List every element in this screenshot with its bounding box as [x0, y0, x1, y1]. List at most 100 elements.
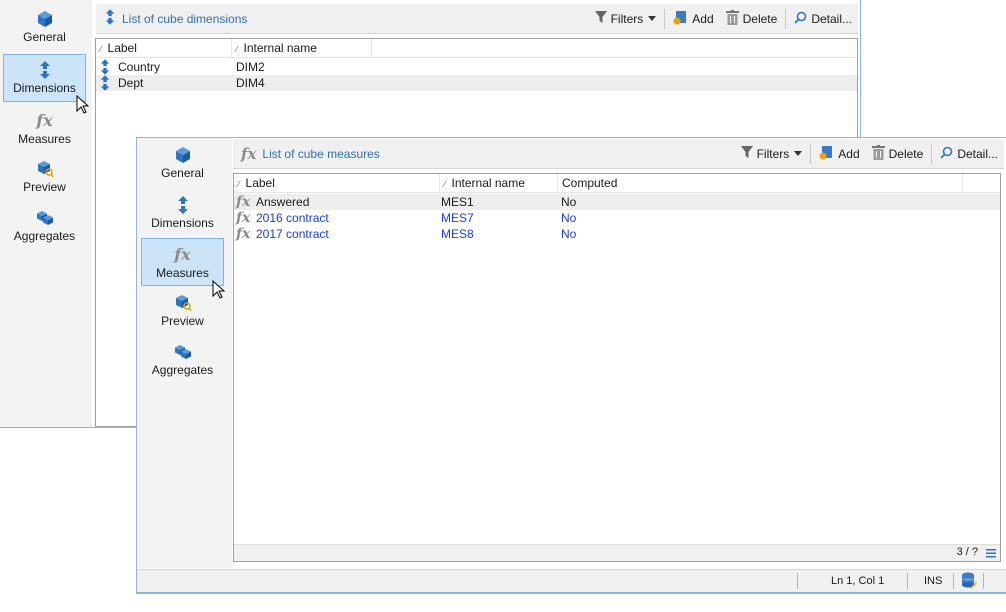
- table-row[interactable]: Country DIM2: [96, 59, 857, 75]
- status-divider: [907, 573, 908, 589]
- aggregates-icon: [174, 343, 192, 361]
- detail-button[interactable]: Detail...: [934, 142, 1004, 166]
- column-header-internal-name[interactable]: ∕ Internal name: [440, 174, 558, 192]
- fx-icon: fx: [36, 110, 53, 130]
- row-label: 2017 contract: [256, 227, 329, 241]
- row-label: 2016 contract: [256, 211, 329, 225]
- menu-icon[interactable]: [986, 547, 996, 561]
- table-row[interactable]: fx 2017 contract MES8 No: [234, 226, 1000, 242]
- row-label: Answered: [256, 195, 310, 209]
- nav-general-label: General: [23, 30, 66, 44]
- nav-dimensions[interactable]: Dimensions: [141, 189, 224, 237]
- detail-button[interactable]: Detail...: [788, 7, 858, 31]
- row-internal-name: DIM2: [236, 60, 265, 74]
- dimensions-toolbar: List of cube dimensions Filters Add Dele…: [96, 4, 858, 34]
- table-row[interactable]: fx 2016 contract MES7 No: [234, 210, 1000, 226]
- nav-aggregates-label: Aggregates: [151, 363, 214, 377]
- column-header-label[interactable]: ∕ Label: [234, 174, 440, 192]
- add-button[interactable]: Add: [813, 142, 865, 166]
- trash-icon: [725, 9, 743, 28]
- fx-icon: fx: [174, 244, 191, 264]
- sidebar-nav: General Dimensions fx Measures Preview A…: [137, 138, 232, 568]
- search-icon: [794, 11, 811, 27]
- record-count: 3 / ?: [956, 546, 978, 558]
- nav-dimensions-label: Dimensions: [151, 216, 214, 230]
- nav-dimensions[interactable]: Dimensions: [3, 54, 86, 102]
- nav-aggregates[interactable]: Aggregates: [3, 202, 86, 250]
- add-button[interactable]: Add: [667, 7, 719, 31]
- cube-icon: [174, 146, 192, 164]
- dimension-arrows-icon: [99, 59, 111, 75]
- nav-preview-label: Preview: [23, 180, 66, 194]
- table-row[interactable]: Dept DIM4: [96, 75, 857, 91]
- preview-icon: [174, 294, 192, 312]
- mouse-cursor-icon: [212, 280, 226, 299]
- nav-measures[interactable]: fx Measures: [141, 238, 224, 286]
- add-icon: [673, 10, 692, 28]
- table-row[interactable]: fx Answered MES1 No: [234, 194, 1000, 210]
- search-icon: [940, 146, 957, 162]
- row-computed: No: [561, 195, 577, 209]
- add-icon: [819, 145, 838, 163]
- mouse-cursor-icon: [76, 95, 90, 114]
- fx-icon: fx: [236, 226, 251, 242]
- delete-button[interactable]: Delete: [866, 142, 930, 166]
- list-header: ∕ Label ∕ Internal name: [96, 39, 857, 58]
- dimension-arrows-icon: [99, 75, 111, 91]
- dimension-arrows-icon: [176, 196, 190, 214]
- row-computed: No: [561, 227, 577, 241]
- status-bar: Ln 1, Col 1 INS: [137, 569, 1006, 592]
- filter-icon: [740, 145, 757, 162]
- nav-general-label: General: [161, 166, 204, 180]
- toolbar-title-text: List of cube measures: [262, 146, 380, 161]
- insert-mode: INS: [924, 575, 943, 587]
- nav-aggregates-label: Aggregates: [13, 229, 76, 243]
- preview-icon: [36, 160, 54, 178]
- trash-icon: [871, 144, 889, 163]
- nav-measures[interactable]: fx Measures: [3, 104, 86, 152]
- aggregates-icon: [36, 209, 54, 227]
- row-internal-name: MES7: [441, 211, 474, 225]
- toolbar-divider: [810, 143, 812, 164]
- column-header-internal-name[interactable]: ∕ Internal name: [232, 39, 372, 57]
- dimension-arrows-icon: [104, 9, 116, 28]
- fx-icon: fx: [236, 210, 251, 226]
- column-header-computed[interactable]: Computed: [558, 174, 963, 192]
- chevron-down-icon: [648, 16, 657, 21]
- cube-editor-window-measures: General Dimensions fx Measures Preview A…: [136, 137, 1006, 594]
- nav-aggregates[interactable]: Aggregates: [141, 336, 224, 384]
- filters-button[interactable]: Filters: [589, 7, 663, 31]
- row-internal-name: DIM4: [236, 76, 265, 90]
- column-header-label[interactable]: ∕ Label: [96, 39, 232, 57]
- sidebar-nav: General Dimensions fx Measures Preview A…: [0, 0, 92, 427]
- nav-general[interactable]: General: [3, 3, 86, 51]
- filters-label: Filters: [610, 11, 644, 26]
- detail-label: Detail...: [811, 11, 852, 26]
- row-label: Dept: [118, 76, 144, 90]
- nav-measures-label: Measures: [18, 131, 71, 146]
- chevron-down-icon: [794, 151, 803, 156]
- delete-label: Delete: [742, 11, 778, 26]
- filters-button[interactable]: Filters: [735, 142, 809, 166]
- database-icon[interactable]: [961, 572, 977, 589]
- fx-icon: fx: [236, 194, 251, 210]
- cursor-position: Ln 1, Col 1: [831, 575, 885, 587]
- toolbar-divider: [931, 143, 933, 164]
- nav-dimensions-label: Dimensions: [13, 81, 76, 95]
- nav-general[interactable]: General: [141, 139, 224, 187]
- fx-icon: fx: [241, 144, 257, 163]
- delete-label: Delete: [888, 146, 924, 161]
- toolbar-title: fx List of cube measures: [233, 145, 735, 163]
- list-footer: 3 / ?: [234, 544, 1000, 561]
- filter-icon: [594, 10, 611, 27]
- nav-measures-label: Measures: [156, 265, 209, 280]
- add-label: Add: [838, 146, 860, 161]
- row-computed: No: [561, 211, 577, 225]
- toolbar-divider: [785, 8, 787, 29]
- row-internal-name: MES8: [441, 227, 474, 241]
- measures-list: ∕ Label ∕ Internal name Computed fx Answer…: [233, 173, 1001, 562]
- nav-preview[interactable]: Preview: [3, 153, 86, 201]
- status-divider: [797, 573, 798, 589]
- delete-button[interactable]: Delete: [720, 7, 784, 31]
- filters-label: Filters: [756, 146, 790, 161]
